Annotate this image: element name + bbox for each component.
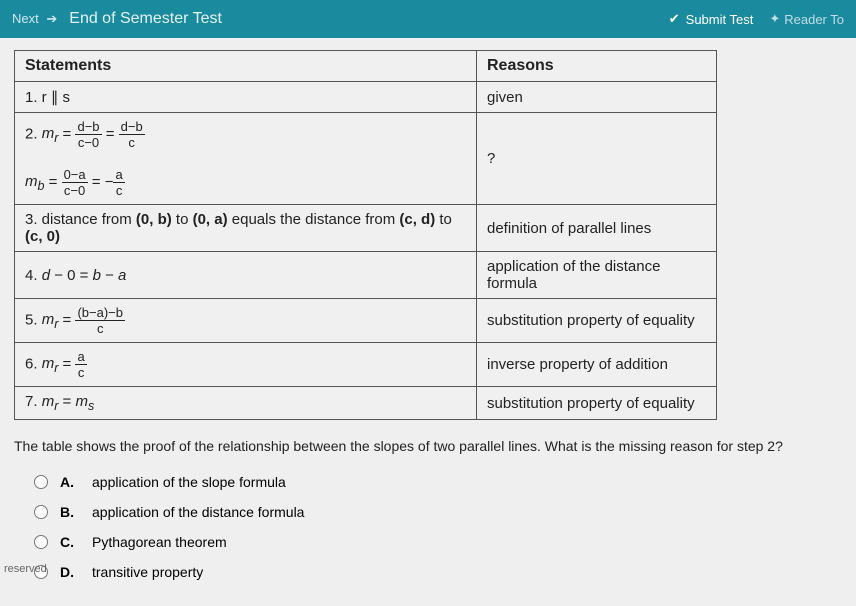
radio-c[interactable] [34, 535, 48, 549]
submit-button[interactable]: ✔ Submit Test [669, 11, 754, 27]
option-letter: C. [60, 534, 80, 550]
option-a[interactable]: A. application of the slope formula [34, 474, 842, 490]
option-text: Pythagorean theorem [92, 534, 227, 550]
reason-cell: substitution property of equality [477, 387, 717, 420]
reasons-header: Reasons [477, 51, 717, 82]
option-letter: D. [60, 564, 80, 580]
option-b[interactable]: B. application of the distance formula [34, 504, 842, 520]
option-text: transitive property [92, 564, 203, 580]
proof-table: Statements Reasons 1. r ∥ s given 2. mr … [14, 50, 717, 420]
statement-cell: 7. mr = ms [15, 387, 477, 420]
table-row: 3. distance from (0, b) to (0, a) equals… [15, 205, 717, 252]
option-c[interactable]: C. Pythagorean theorem [34, 534, 842, 550]
table-header-row: Statements Reasons [15, 51, 717, 82]
reason-cell: ? [477, 113, 717, 205]
submit-label: Submit Test [686, 12, 754, 27]
statements-header: Statements [15, 51, 477, 82]
table-row: 5. mr = (b−a)−bc substitution property o… [15, 299, 717, 343]
option-letter: B. [60, 504, 80, 520]
next-label: Next [12, 11, 39, 26]
table-row: 1. r ∥ s given [15, 82, 717, 113]
reason-cell: given [477, 82, 717, 113]
option-d[interactable]: D. transitive property [34, 564, 842, 580]
wand-icon: ✦ [769, 11, 780, 27]
option-letter: A. [60, 474, 80, 490]
check-icon: ✔ [669, 11, 680, 27]
statement-cell: 6. mr = ac [15, 343, 477, 387]
option-text: application of the distance formula [92, 504, 304, 520]
header-bar: Next ➔ End of Semester Test ✔ Submit Tes… [0, 0, 856, 38]
statement-cell: 1. r ∥ s [15, 82, 477, 113]
table-row: 7. mr = ms substitution property of equa… [15, 387, 717, 420]
table-row: 6. mr = ac inverse property of addition [15, 343, 717, 387]
radio-b[interactable] [34, 505, 48, 519]
table-row: 4. d − 0 = b − a application of the dist… [15, 252, 717, 299]
next-button[interactable]: Next ➔ [12, 11, 57, 27]
reason-cell: definition of parallel lines [477, 205, 717, 252]
option-text: application of the slope formula [92, 474, 286, 490]
statement-cell: 4. d − 0 = b − a [15, 252, 477, 299]
content-area: Statements Reasons 1. r ∥ s given 2. mr … [0, 38, 856, 606]
reason-cell: substitution property of equality [477, 299, 717, 343]
reader-label: Reader To [784, 12, 844, 27]
options-list: A. application of the slope formula B. a… [14, 474, 842, 580]
header-right: ✔ Submit Test ✦ Reader To [669, 11, 844, 27]
question-text: The table shows the proof of the relatio… [14, 438, 842, 454]
reader-tools-button[interactable]: ✦ Reader To [769, 11, 844, 27]
arrow-right-icon: ➔ [46, 11, 57, 26]
table-row: 2. mr = d−bc−0 = d−bc mb = 0−ac−0 = −ac … [15, 113, 717, 205]
header-left: Next ➔ End of Semester Test [12, 10, 669, 28]
reason-cell: application of the distance formula [477, 252, 717, 299]
statement-cell: 2. mr = d−bc−0 = d−bc mb = 0−ac−0 = −ac [15, 113, 477, 205]
radio-a[interactable] [34, 475, 48, 489]
statement-cell: 3. distance from (0, b) to (0, a) equals… [15, 205, 477, 252]
statement-cell: 5. mr = (b−a)−bc [15, 299, 477, 343]
test-title: End of Semester Test [69, 10, 222, 28]
footer-text: reserved [4, 563, 47, 575]
reason-cell: inverse property of addition [477, 343, 717, 387]
